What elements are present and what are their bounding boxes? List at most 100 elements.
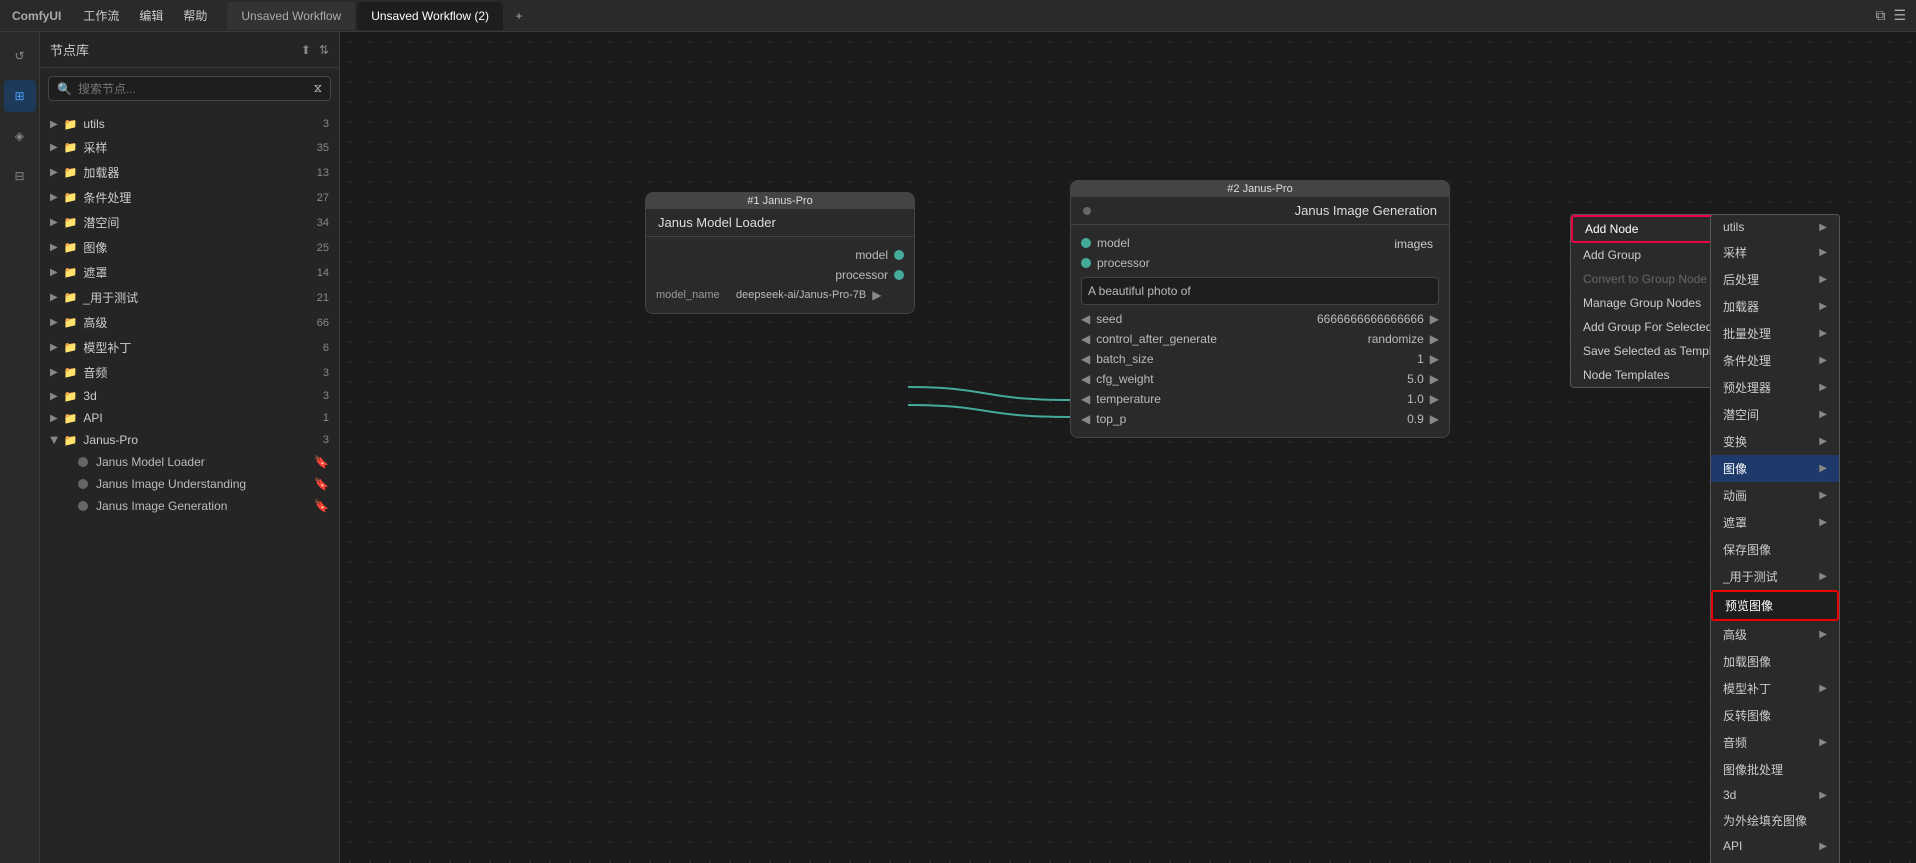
tab-add-button[interactable]: + — [505, 2, 533, 30]
sub-api-label: API — [1723, 839, 1742, 853]
sub-modelpatch[interactable]: 模型补丁 ▶ — [1711, 675, 1839, 702]
sidebar-item-test[interactable]: ▶ 📁 _用于测试 21 — [40, 285, 339, 310]
history-icon[interactable]: ↺ — [4, 40, 36, 72]
sort-icon[interactable]: ⇅ — [319, 43, 329, 57]
sidebar-item-sampling[interactable]: ▶ 📁 采样 35 — [40, 135, 339, 160]
search-box: 🔍 ⧖ — [48, 76, 331, 101]
slider-label-temp: temperature — [1096, 392, 1278, 406]
sub-invert[interactable]: 反转图像 — [1711, 702, 1839, 729]
slider-right-batch[interactable]: ▶ — [1430, 352, 1439, 366]
slider-control: ◀ control_after_generate randomize ▶ — [1071, 329, 1449, 349]
sidebar-item-latent[interactable]: ▶ 📁 潜空间 34 — [40, 210, 339, 235]
bookmark-icon[interactable]: 🔖 — [314, 477, 329, 491]
bookmark-icon[interactable]: 🔖 — [314, 455, 329, 469]
sub-img-batch[interactable]: 图像批处理 — [1711, 756, 1839, 783]
sidebar-item-loaders[interactable]: ▶ 📁 加载器 13 — [40, 160, 339, 185]
janus-image-generation[interactable]: Janus Image Generation 🔖 — [68, 495, 339, 517]
slider-value-control: randomize — [1284, 332, 1424, 346]
sub-transform[interactable]: 变换 ▶ — [1711, 428, 1839, 455]
sidebar-item-audio[interactable]: ▶ 📁 音频 3 — [40, 360, 339, 385]
janus-model-loader[interactable]: Janus Model Loader 🔖 — [68, 451, 339, 473]
sub-image[interactable]: 图像 ▶ — [1711, 455, 1839, 482]
sub-api[interactable]: API ▶ — [1711, 834, 1839, 858]
bookmark-icon[interactable]: ⊟ — [4, 160, 36, 192]
sub-animation[interactable]: 动画 ▶ — [1711, 482, 1839, 509]
tab-1[interactable]: Unsaved Workflow — [227, 2, 355, 30]
slider-left-topp[interactable]: ◀ — [1081, 412, 1090, 426]
node-output-model: model — [646, 245, 914, 265]
sub-test[interactable]: _用于测试 ▶ — [1711, 563, 1839, 590]
sub-load-image[interactable]: 加载图像 — [1711, 648, 1839, 675]
node-dot — [78, 479, 88, 489]
folder-icon: 📁 — [64, 390, 78, 403]
sub-batch-label: 批量处理 — [1723, 325, 1771, 342]
slider-left-temp[interactable]: ◀ — [1081, 392, 1090, 406]
play-icon[interactable]: ▶ — [872, 288, 881, 302]
sidebar-item-3d[interactable]: ▶ 📁 3d 3 — [40, 385, 339, 407]
sidebar-item-mask[interactable]: ▶ 📁 遮罩 14 — [40, 260, 339, 285]
slider-right-cfg[interactable]: ▶ — [1430, 372, 1439, 386]
tab-2[interactable]: Unsaved Workflow (2) — [357, 2, 503, 30]
submenu-level1: utils ▶ 采样 ▶ 后处理 ▶ 加载器 ▶ 批量处理 ▶ 条件处理 ▶ — [1710, 214, 1840, 863]
menu-icon[interactable]: ☰ — [1893, 7, 1906, 24]
sub-outpaint[interactable]: 为外绘填充图像 — [1711, 807, 1839, 834]
folder-icon: 📁 — [64, 366, 78, 379]
category-label: 采样 — [83, 139, 310, 156]
bookmark-icon[interactable]: 🔖 — [314, 499, 329, 513]
search-input[interactable] — [78, 82, 308, 96]
sidebar-item-janus[interactable]: ▶ 📁 Janus-Pro 3 — [40, 429, 339, 451]
sub-loaders[interactable]: 加载器 ▶ — [1711, 293, 1839, 320]
slider-left-control[interactable]: ◀ — [1081, 332, 1090, 346]
slider-value-batch: 1 — [1284, 352, 1424, 366]
sub-preview-image[interactable]: 预览图像 — [1711, 590, 1839, 621]
slider-left-batch[interactable]: ◀ — [1081, 352, 1090, 366]
janus-image-understanding[interactable]: Janus Image Understanding 🔖 — [68, 473, 339, 495]
slider-left-cfg[interactable]: ◀ — [1081, 372, 1090, 386]
slider-value-temp: 1.0 — [1284, 392, 1424, 406]
sidebar-item-image[interactable]: ▶ 📁 图像 25 — [40, 235, 339, 260]
sub-advanced[interactable]: 高级 ▶ — [1711, 621, 1839, 648]
node-field-model-name: model_name deepseek-ai/Janus-Pro-7B ▶ — [646, 285, 914, 305]
sub-conditioning[interactable]: 条件处理 ▶ — [1711, 347, 1839, 374]
sub-3d[interactable]: 3d ▶ — [1711, 783, 1839, 807]
upload-icon[interactable]: ⬆ — [301, 43, 311, 57]
restore-icon[interactable]: ⧉ — [1875, 7, 1885, 24]
sub-postprocess[interactable]: 后处理 ▶ — [1711, 266, 1839, 293]
filter-icon[interactable]: ⧖ — [314, 81, 322, 96]
titlebar-right: ⧉ ☰ — [1875, 7, 1916, 24]
menu-workflow[interactable]: 工作流 — [73, 0, 129, 32]
slider-left-seed[interactable]: ◀ — [1081, 312, 1090, 326]
menu-bar: 工作流 编辑 帮助 — [73, 0, 217, 32]
sidebar-item-advanced[interactable]: ▶ 📁 高级 66 — [40, 310, 339, 335]
menu-edit[interactable]: 编辑 — [129, 0, 173, 32]
slider-right-temp[interactable]: ▶ — [1430, 392, 1439, 406]
nodes-icon[interactable]: ⊞ — [4, 80, 36, 112]
slider-right-topp[interactable]: ▶ — [1430, 412, 1439, 426]
category-count: 3 — [323, 118, 329, 130]
sidebar-item-modelpatch[interactable]: ▶ 📁 模型补丁 6 — [40, 335, 339, 360]
sub-audio[interactable]: 音频 ▶ — [1711, 729, 1839, 756]
canvas[interactable]: #1 Janus-Pro Janus Model Loader model pr… — [340, 32, 1916, 863]
sidebar-item-api[interactable]: ▶ 📁 API 1 — [40, 407, 339, 429]
category-label: Janus-Pro — [83, 433, 316, 447]
sub-utils[interactable]: utils ▶ — [1711, 215, 1839, 239]
node-output-images: images — [1394, 233, 1449, 251]
sub-img-batch-label: 图像批处理 — [1723, 761, 1783, 778]
sub-latent[interactable]: 潜空间 ▶ — [1711, 401, 1839, 428]
port-dot-processor — [894, 270, 904, 280]
sub-mask[interactable]: 遮罩 ▶ — [1711, 509, 1839, 536]
sub-empty-image[interactable]: 空图像 — [1711, 858, 1839, 863]
sidebar-item-conditioning[interactable]: ▶ 📁 条件处理 27 — [40, 185, 339, 210]
menu-help[interactable]: 帮助 — [173, 0, 217, 32]
sub-preprocessors[interactable]: 预处理器 ▶ — [1711, 374, 1839, 401]
sub-save-image[interactable]: 保存图像 — [1711, 536, 1839, 563]
sidebar-item-utils[interactable]: ▶ 📁 utils 3 — [40, 113, 339, 135]
node-text-prompt[interactable]: A beautiful photo of — [1081, 277, 1439, 305]
sub-sampling[interactable]: 采样 ▶ — [1711, 239, 1839, 266]
cube-icon[interactable]: ◈ — [4, 120, 36, 152]
slider-right-seed[interactable]: ▶ — [1430, 312, 1439, 326]
sub-transform-label: 变换 — [1723, 433, 1747, 450]
node-dot — [78, 457, 88, 467]
slider-right-control[interactable]: ▶ — [1430, 332, 1439, 346]
sub-batch[interactable]: 批量处理 ▶ — [1711, 320, 1839, 347]
